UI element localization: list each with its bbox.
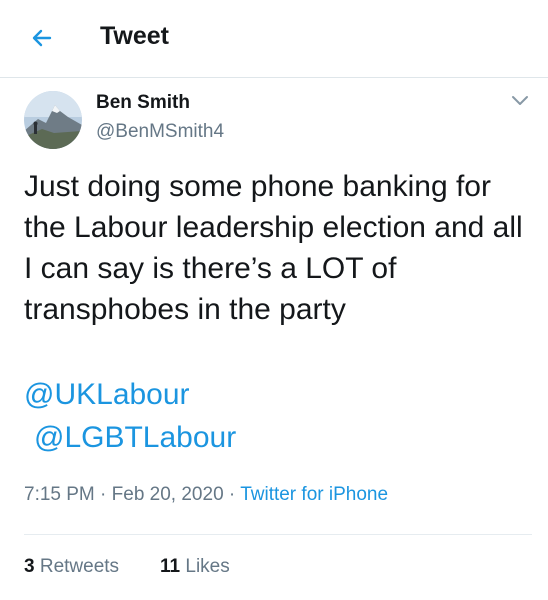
tweet-time: 7:15 PM — [24, 484, 95, 505]
tweet-text: Just doing some phone banking for the La… — [24, 170, 523, 326]
retweets-label: Retweets — [39, 556, 120, 577]
likes-stat[interactable]: 11 Likes — [160, 556, 230, 578]
chevron-down-icon[interactable] — [510, 94, 530, 108]
likes-label: Likes — [185, 556, 230, 577]
author-handle[interactable]: @BenMSmith4 — [96, 121, 224, 143]
tweet-date: Feb 20, 2020 — [111, 484, 224, 505]
page-title: Tweet — [100, 22, 169, 50]
arrow-left-icon[interactable] — [30, 26, 54, 50]
meta-separator: · — [100, 484, 107, 505]
divider — [24, 534, 532, 535]
author-display-name[interactable]: Ben Smith — [96, 92, 190, 114]
likes-count: 11 — [160, 556, 181, 577]
meta-separator: · — [228, 484, 236, 505]
mention-link-uklabour[interactable]: @UKLabour — [24, 375, 190, 415]
mention-link-lgbtlabour[interactable]: @LGBTLabour — [34, 418, 236, 458]
tweet-meta: 7:15 PM · Feb 20, 2020 · Twitter for iPh… — [24, 484, 388, 506]
retweets-stat[interactable]: 3 Retweets — [24, 556, 119, 578]
retweets-count: 3 — [24, 556, 35, 577]
tweet-source-link[interactable]: Twitter for iPhone — [240, 484, 388, 505]
top-bar: Tweet — [0, 0, 548, 78]
avatar[interactable] — [24, 91, 82, 149]
